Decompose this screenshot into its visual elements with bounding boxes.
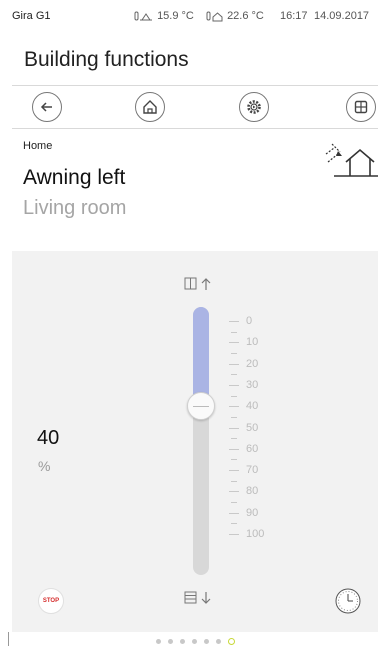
scale-label: 100 — [246, 528, 265, 540]
scale-label: 90 — [246, 506, 259, 519]
scale-minor-tick — [231, 502, 237, 504]
page-dot[interactable] — [180, 639, 185, 644]
stop-button[interactable]: STOP — [38, 588, 64, 614]
scale-minor-tick — [231, 523, 237, 525]
scale-minor-tick — [231, 438, 237, 440]
scale-label: 60 — [246, 442, 259, 455]
grid-icon — [354, 100, 368, 114]
divider — [12, 85, 378, 86]
scale-tick — [229, 448, 239, 450]
position-unit: % — [38, 458, 51, 474]
outdoor-thermometer-icon — [134, 11, 152, 21]
outdoor-temp-indicator: 15.9 °C — [134, 10, 194, 22]
status-bar: Gira G1 15.9 °C 22.6 °C 16:17 14.09.2017 — [0, 0, 385, 36]
scale-label: 70 — [246, 464, 259, 477]
stop-label: STOP — [42, 598, 60, 604]
scroll-edge — [8, 632, 9, 646]
back-button[interactable] — [32, 92, 62, 122]
page-dot[interactable] — [204, 639, 209, 644]
scale-minor-tick — [231, 374, 237, 376]
scale-tick — [229, 406, 239, 408]
settings-button[interactable] — [239, 92, 269, 122]
brand-label: Gira G1 — [12, 10, 51, 22]
grid-button[interactable] — [346, 92, 376, 122]
scale-minor-tick — [231, 331, 237, 333]
position-value: 40 — [37, 427, 60, 449]
function-name: Awning left — [23, 166, 126, 189]
slider-handle-grip — [193, 406, 209, 408]
scale-tick — [229, 427, 239, 429]
scale-minor-tick — [231, 352, 237, 354]
breadcrumb[interactable]: Home — [23, 140, 52, 152]
awning-house-icon — [325, 143, 378, 177]
page-dot[interactable] — [216, 639, 221, 644]
scale-minor-tick — [231, 416, 237, 418]
scale-label: 20 — [246, 357, 259, 370]
page-dot[interactable] — [228, 638, 235, 645]
awning-down-icon[interactable] — [184, 590, 216, 606]
indoor-thermometer-icon — [206, 11, 223, 22]
clock-icon[interactable] — [334, 587, 362, 615]
page-dot[interactable] — [168, 639, 173, 644]
scale-tick — [229, 321, 239, 322]
room-name: Living room — [23, 197, 127, 219]
current-date: 14.09.2017 — [314, 10, 370, 22]
page-dot[interactable] — [192, 639, 197, 644]
scale-label: 10 — [246, 336, 259, 349]
scale-label: 80 — [246, 485, 259, 498]
scale-tick — [229, 384, 239, 386]
outdoor-temp: 15.9 °C — [157, 10, 194, 22]
scale-label: 30 — [246, 378, 259, 391]
page-title: Building functions — [24, 48, 189, 71]
page-dot[interactable] — [156, 639, 161, 644]
home-button[interactable] — [135, 92, 165, 122]
indoor-temp-indicator: 22.6 °C — [206, 10, 264, 22]
scale-label: 40 — [246, 400, 259, 413]
scale-tick — [229, 534, 239, 535]
scale-tick — [229, 491, 239, 493]
scale-minor-tick — [231, 480, 237, 482]
indoor-temp: 22.6 °C — [227, 10, 264, 22]
divider — [12, 128, 378, 129]
scale-minor-tick — [231, 395, 237, 397]
awning-up-icon[interactable] — [184, 276, 216, 292]
scale-minor-tick — [231, 459, 237, 461]
scale-tick — [229, 363, 239, 365]
clock-time: 16:17 — [280, 10, 308, 22]
scale-label: 50 — [246, 421, 259, 434]
back-arrow-icon — [40, 102, 52, 112]
home-icon — [143, 100, 157, 114]
scale-tick — [229, 512, 239, 514]
scale-label: 0 — [246, 315, 253, 327]
settings-icon — [247, 100, 261, 114]
scale-tick — [229, 470, 239, 472]
scale-tick — [229, 342, 239, 344]
